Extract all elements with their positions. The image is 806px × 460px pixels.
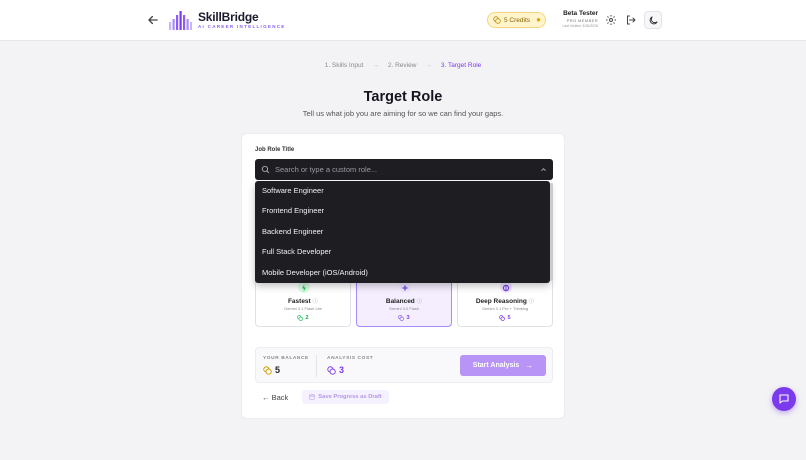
dropdown-option[interactable]: Frontend Engineer xyxy=(255,201,550,221)
coins-icon xyxy=(499,315,506,321)
brand-tagline: AI CAREER INTELLIGENCE xyxy=(198,24,286,29)
start-analysis-label: Start Analysis xyxy=(472,362,520,369)
coins-icon xyxy=(297,315,304,321)
coins-icon xyxy=(263,365,272,375)
divider xyxy=(316,355,317,377)
dropdown-scrollbar[interactable] xyxy=(550,183,553,281)
user-tier: PRO MEMBER xyxy=(566,18,598,23)
job-role-label: Job Role Title xyxy=(255,147,295,153)
arrow-right-icon: → xyxy=(525,361,534,370)
sparkle-icon: ✸ xyxy=(536,17,542,24)
model-cost: 3 xyxy=(406,315,410,321)
credits-badge[interactable]: 5 Credits ✸ xyxy=(487,12,546,28)
step-arrow: → xyxy=(372,62,379,69)
save-draft-button[interactable]: Save Progress as Draft xyxy=(302,390,389,404)
model-name: Deep Reasoning xyxy=(475,298,527,305)
info-icon[interactable]: ⓘ xyxy=(529,299,535,305)
balance-value: 5 xyxy=(275,365,281,375)
theme-toggle-button[interactable] xyxy=(644,11,662,29)
coins-icon xyxy=(398,315,405,321)
gear-icon[interactable] xyxy=(605,14,617,26)
brand-name: SkillBridge xyxy=(198,10,259,24)
progress-stepper: 1. Skills Input → 2. Review → 3. Target … xyxy=(0,62,806,69)
back-button[interactable]: ← Back xyxy=(262,393,288,402)
model-sub: Gemini 3.1 Pro + Thinking xyxy=(481,306,529,311)
cost-label: ANALYSIS COST xyxy=(327,356,374,361)
logout-icon[interactable] xyxy=(625,14,637,26)
dropdown-option[interactable]: Mobile Developer (iOS/Android) xyxy=(255,263,550,283)
model-cost: 5 xyxy=(507,315,511,321)
coins-icon xyxy=(493,16,501,24)
chat-button[interactable] xyxy=(772,387,796,411)
role-options-dropdown: Software Engineer Frontend Engineer Back… xyxy=(255,181,550,283)
user-name: Beta Tester xyxy=(563,10,598,17)
user-info: Beta Tester PRO MEMBER Last Visited: 3/2… xyxy=(552,10,598,28)
dropdown-option[interactable]: Software Engineer xyxy=(255,181,550,201)
model-card-fastest[interactable]: Fastest ⓘ Gemini 3.1 Flash Lite 2 xyxy=(255,278,351,327)
step-skills-input[interactable]: 1. Skills Input xyxy=(325,62,364,69)
chevron-up-icon[interactable] xyxy=(540,166,547,173)
model-card-deep-reasoning[interactable]: Deep Reasoning ⓘ Gemini 3.1 Pro + Thinki… xyxy=(457,278,553,327)
cost-value-row: 3 xyxy=(327,365,344,375)
save-draft-label: Save Progress as Draft xyxy=(318,394,382,400)
model-name: Balanced xyxy=(385,298,415,305)
app-header: SkillBridge AI CAREER INTELLIGENCE 5 Cre… xyxy=(0,0,806,41)
start-analysis-button[interactable]: Start Analysis → xyxy=(460,355,546,376)
moon-icon xyxy=(649,16,658,25)
step-target-role[interactable]: 3. Target Role xyxy=(441,62,481,69)
step-review[interactable]: 2. Review xyxy=(388,62,417,69)
page-subtitle: Tell us what job you are aiming for so w… xyxy=(302,109,504,118)
info-icon[interactable]: ⓘ xyxy=(313,299,319,305)
chat-bubble-icon xyxy=(779,394,789,404)
model-sub: Gemini 3.1 Flash Lite xyxy=(284,306,322,311)
job-role-input[interactable] xyxy=(275,165,525,174)
page-title: Target Role xyxy=(363,89,443,105)
dropdown-option[interactable]: Full Stack Developer xyxy=(255,242,550,262)
back-arrow-icon[interactable] xyxy=(146,13,160,27)
step-arrow: → xyxy=(425,62,432,69)
balance-strip: YOUR BALANCE 5 ANALYSIS COST 3 Start Ana… xyxy=(255,347,553,383)
coins-icon xyxy=(327,365,336,375)
balance-value-row: 5 xyxy=(263,365,280,375)
job-role-combobox[interactable] xyxy=(255,159,553,180)
credits-label: 5 Credits xyxy=(504,16,531,24)
dropdown-option[interactable]: Backend Engineer xyxy=(255,222,550,242)
model-name: Fastest xyxy=(287,298,311,305)
target-role-card: Job Role Title Fastest ⓘ Gemini 3.1 Flas… xyxy=(241,133,565,419)
last-visited: Last Visited: 3/26/2026 xyxy=(562,24,598,28)
search-icon xyxy=(261,165,270,174)
cost-value: 3 xyxy=(339,365,345,375)
info-icon[interactable]: ⓘ xyxy=(417,299,423,305)
save-icon xyxy=(309,394,315,400)
logo-bars-icon xyxy=(169,11,192,30)
model-cost: 2 xyxy=(305,315,309,321)
balance-label: YOUR BALANCE xyxy=(263,356,309,361)
model-card-balanced[interactable]: Balanced ⓘ Gemini 3.0 Flash 3 xyxy=(356,278,452,327)
model-sub: Gemini 3.0 Flash xyxy=(388,306,420,311)
